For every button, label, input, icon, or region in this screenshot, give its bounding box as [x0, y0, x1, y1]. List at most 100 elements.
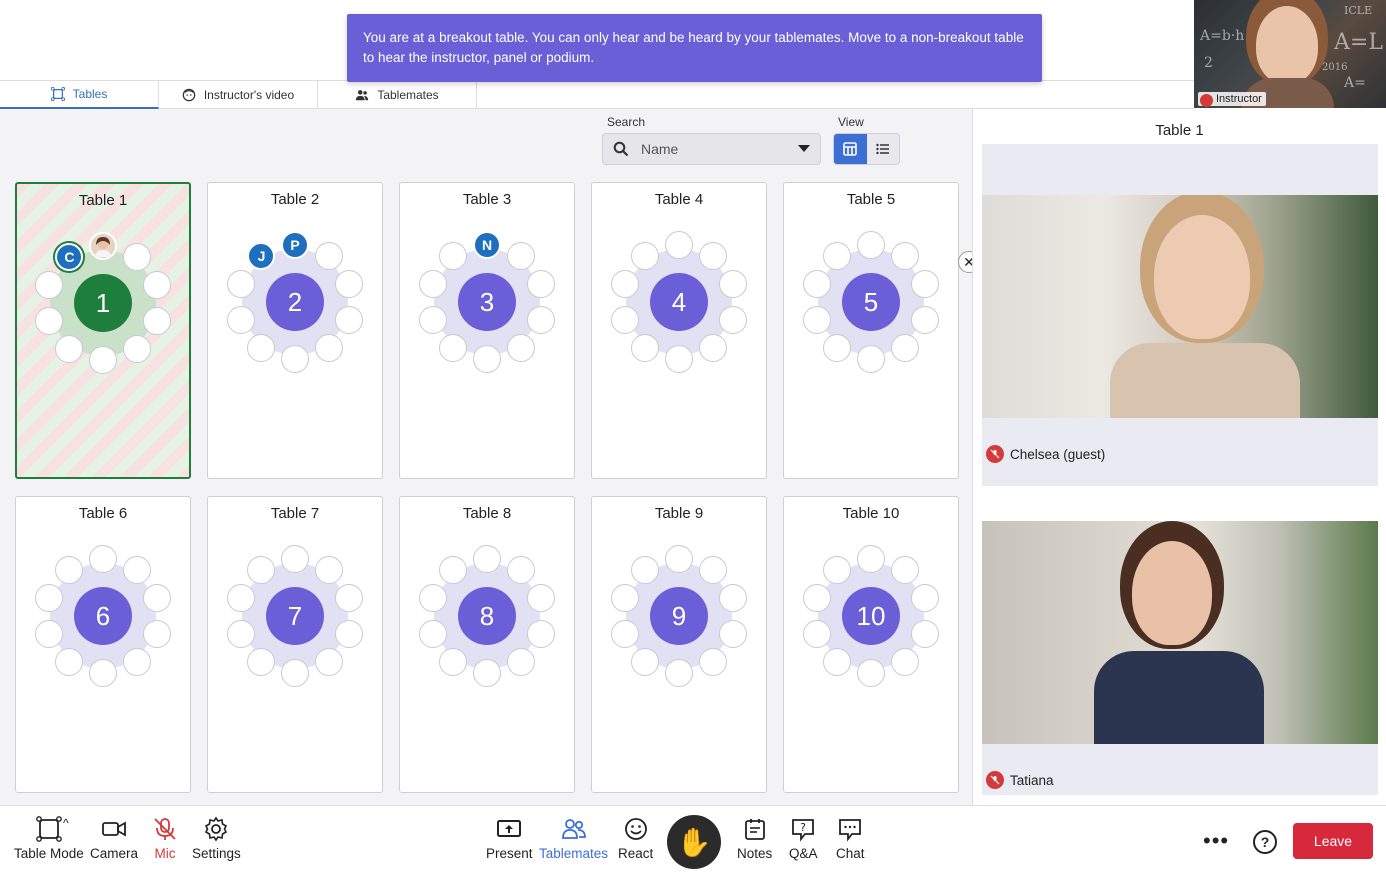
empty-seat[interactable]: [911, 270, 940, 299]
empty-seat[interactable]: [911, 305, 940, 334]
empty-seat[interactable]: [890, 241, 919, 270]
empty-seat[interactable]: [314, 648, 343, 677]
empty-seat[interactable]: [719, 619, 748, 648]
empty-seat[interactable]: [418, 270, 447, 299]
table-card[interactable]: Table 5 5: [783, 182, 959, 479]
empty-seat[interactable]: [610, 270, 639, 299]
empty-seat[interactable]: [143, 271, 172, 300]
empty-seat[interactable]: [527, 584, 556, 613]
present-button[interactable]: Present: [486, 816, 533, 861]
empty-seat[interactable]: [122, 648, 151, 677]
table-mode-button[interactable]: Table Mode: [14, 816, 84, 861]
empty-seat[interactable]: [34, 584, 63, 613]
empty-seat[interactable]: [890, 648, 919, 677]
empty-seat[interactable]: [890, 555, 919, 584]
empty-seat[interactable]: [226, 270, 255, 299]
empty-seat[interactable]: [89, 659, 117, 687]
participant-tile[interactable]: Chelsea (guest): [982, 144, 1378, 486]
empty-seat[interactable]: [335, 305, 364, 334]
qa-button[interactable]: ? Q&A: [789, 816, 818, 861]
empty-seat[interactable]: [122, 242, 151, 271]
empty-seat[interactable]: [823, 334, 852, 363]
empty-seat[interactable]: [281, 345, 309, 373]
chevron-down-icon[interactable]: [798, 145, 810, 153]
help-button[interactable]: ?: [1253, 830, 1277, 854]
table-card[interactable]: Table 10 10: [783, 496, 959, 793]
empty-seat[interactable]: [506, 334, 535, 363]
instructor-video-thumbnail[interactable]: A=b·h A=L× 2 A= ICLE 2016 Instructor: [1194, 0, 1386, 108]
empty-seat[interactable]: [631, 648, 660, 677]
empty-seat[interactable]: [89, 346, 117, 374]
raise-hand-button[interactable]: ✋: [667, 815, 721, 869]
chat-button[interactable]: Chat: [836, 816, 865, 861]
empty-seat[interactable]: [143, 619, 172, 648]
empty-seat[interactable]: [857, 231, 885, 259]
empty-seat[interactable]: [890, 334, 919, 363]
empty-seat[interactable]: [314, 334, 343, 363]
empty-seat[interactable]: [439, 648, 468, 677]
table-card[interactable]: Table 9 9: [591, 496, 767, 793]
camera-button[interactable]: Camera: [90, 816, 138, 861]
empty-seat[interactable]: [857, 345, 885, 373]
empty-seat[interactable]: [55, 335, 84, 364]
empty-seat[interactable]: [527, 619, 556, 648]
empty-seat[interactable]: [34, 271, 63, 300]
table-card[interactable]: Table 3N3: [399, 182, 575, 479]
empty-seat[interactable]: [335, 619, 364, 648]
seated-avatar[interactable]: N: [473, 231, 501, 259]
empty-seat[interactable]: [698, 648, 727, 677]
empty-seat[interactable]: [527, 270, 556, 299]
empty-seat[interactable]: [335, 270, 364, 299]
empty-seat[interactable]: [122, 335, 151, 364]
empty-seat[interactable]: [247, 334, 276, 363]
leave-button[interactable]: Leave: [1293, 823, 1373, 859]
table-card[interactable]: Table 2 PJ2: [207, 182, 383, 479]
empty-seat[interactable]: [314, 555, 343, 584]
empty-seat[interactable]: [665, 231, 693, 259]
table-card[interactable]: Table 7 7: [207, 496, 383, 793]
empty-seat[interactable]: [911, 584, 940, 613]
empty-seat[interactable]: [226, 584, 255, 613]
empty-seat[interactable]: [226, 619, 255, 648]
empty-seat[interactable]: [631, 334, 660, 363]
empty-seat[interactable]: [506, 241, 535, 270]
settings-button[interactable]: Settings: [192, 816, 241, 861]
list-view-button[interactable]: [866, 134, 899, 164]
empty-seat[interactable]: [719, 270, 748, 299]
empty-seat[interactable]: [665, 345, 693, 373]
empty-seat[interactable]: [698, 334, 727, 363]
empty-seat[interactable]: [665, 545, 693, 573]
tab-tables[interactable]: Tables: [0, 81, 159, 109]
empty-seat[interactable]: [527, 305, 556, 334]
chevron-up-icon[interactable]: ^: [63, 816, 69, 830]
empty-seat[interactable]: [55, 648, 84, 677]
empty-seat[interactable]: [281, 659, 309, 687]
empty-seat[interactable]: [281, 545, 309, 573]
grid-view-button[interactable]: [834, 134, 867, 164]
empty-seat[interactable]: [698, 241, 727, 270]
react-button[interactable]: React: [618, 816, 653, 861]
empty-seat[interactable]: [143, 306, 172, 335]
table-card[interactable]: Table 8 8: [399, 496, 575, 793]
empty-seat[interactable]: [122, 555, 151, 584]
empty-seat[interactable]: [857, 545, 885, 573]
seated-avatar[interactable]: [89, 232, 117, 260]
empty-seat[interactable]: [802, 584, 831, 613]
empty-seat[interactable]: [506, 555, 535, 584]
empty-seat[interactable]: [857, 659, 885, 687]
empty-seat[interactable]: [439, 334, 468, 363]
empty-seat[interactable]: [719, 305, 748, 334]
empty-seat[interactable]: [802, 270, 831, 299]
empty-seat[interactable]: [911, 619, 940, 648]
more-options-button[interactable]: •••: [1203, 828, 1229, 854]
empty-seat[interactable]: [698, 555, 727, 584]
notes-button[interactable]: Notes: [737, 816, 772, 861]
table-card[interactable]: Table 6 6: [15, 496, 191, 793]
search-input[interactable]: Name: [602, 133, 821, 165]
empty-seat[interactable]: [335, 584, 364, 613]
mic-button[interactable]: Mic: [152, 816, 178, 861]
empty-seat[interactable]: [418, 619, 447, 648]
empty-seat[interactable]: [143, 584, 172, 613]
empty-seat[interactable]: [89, 545, 117, 573]
seated-avatar[interactable]: P: [281, 231, 309, 259]
